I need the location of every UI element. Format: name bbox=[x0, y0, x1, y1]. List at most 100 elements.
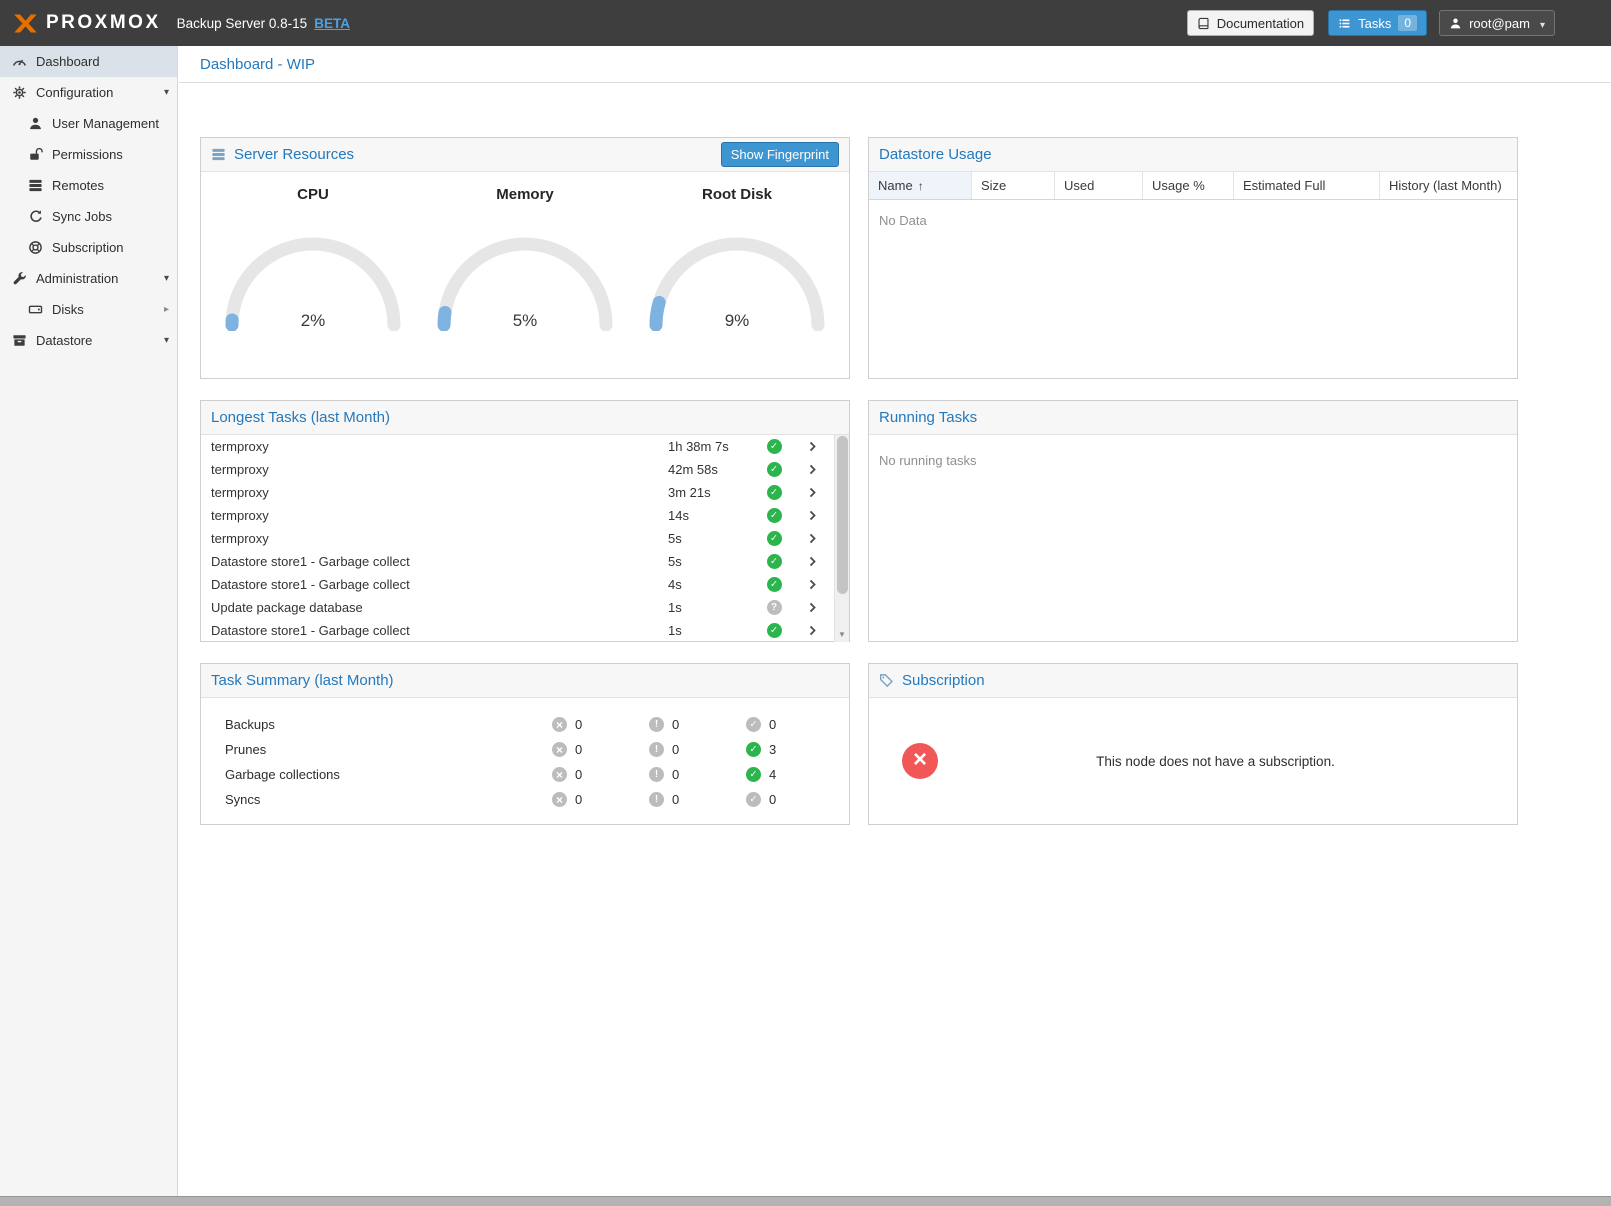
proxmox-x-icon bbox=[12, 10, 39, 37]
chevron-right-icon[interactable] bbox=[806, 578, 819, 591]
user-menu-label: root@pam bbox=[1469, 16, 1530, 31]
check-circle-icon bbox=[767, 508, 782, 523]
chevron-right-icon[interactable] bbox=[806, 624, 819, 637]
sidebar-item-user-management[interactable]: User Management bbox=[0, 108, 177, 139]
page-title: Dashboard - WIP bbox=[200, 56, 315, 73]
window-bottom-edge bbox=[0, 1196, 1611, 1206]
root-disk-gauge-label: Root Disk bbox=[637, 186, 837, 203]
brand-name: PROXMOX bbox=[46, 12, 161, 34]
documentation-button[interactable]: Documentation bbox=[1187, 10, 1314, 36]
sidebar-item-label: Permissions bbox=[52, 147, 123, 162]
memory-gauge-value: 5% bbox=[432, 311, 618, 331]
summary-row-prunes[interactable]: Prunes 0 0 3 bbox=[201, 737, 849, 762]
running-tasks-title: Running Tasks bbox=[879, 409, 977, 426]
running-tasks-panel: Running Tasks No running tasks bbox=[868, 400, 1518, 642]
longest-tasks-title: Longest Tasks (last Month) bbox=[211, 409, 390, 426]
summary-row-syncs[interactable]: Syncs 0 0 0 bbox=[201, 787, 849, 812]
column-header-size[interactable]: Size bbox=[972, 172, 1055, 199]
server-resources-title: Server Resources bbox=[234, 146, 354, 163]
task-summary-body: Backups 0 0 0 Prunes 0 0 3 Garbage colle… bbox=[201, 698, 849, 812]
chevron-right-icon[interactable] bbox=[806, 440, 819, 453]
user-menu-button[interactable]: root@pam bbox=[1439, 10, 1555, 36]
scrollbar-thumb[interactable] bbox=[837, 436, 848, 594]
sidebar-item-dashboard[interactable]: Dashboard bbox=[0, 46, 177, 77]
sidebar-item-datastore[interactable]: Datastore bbox=[0, 325, 177, 356]
product-title: Backup Server 0.8-15 bbox=[177, 16, 308, 31]
sidebar-item-remotes[interactable]: Remotes bbox=[0, 170, 177, 201]
column-header-name[interactable]: Name bbox=[869, 172, 972, 199]
sidebar-item-label: Sync Jobs bbox=[52, 209, 112, 224]
server-resources-header: Server Resources Show Fingerprint bbox=[201, 138, 849, 172]
check-circle-icon bbox=[746, 717, 761, 732]
chevron-right-icon[interactable] bbox=[806, 509, 819, 522]
task-row[interactable]: termproxy 3m 21s bbox=[201, 481, 849, 504]
column-header-estimated-full[interactable]: Estimated Full bbox=[1234, 172, 1380, 199]
sidebar-item-subscription[interactable]: Subscription bbox=[0, 232, 177, 263]
check-circle-icon bbox=[767, 439, 782, 454]
task-row[interactable]: termproxy 42m 58s bbox=[201, 458, 849, 481]
task-row[interactable]: termproxy 5s bbox=[201, 527, 849, 550]
expand-icon[interactable] bbox=[164, 294, 169, 325]
refresh-icon bbox=[28, 209, 43, 224]
chevron-right-icon[interactable] bbox=[806, 532, 819, 545]
scrollbar[interactable] bbox=[834, 435, 849, 642]
cpu-gauge-label: CPU bbox=[213, 186, 413, 203]
running-tasks-header: Running Tasks bbox=[869, 401, 1517, 435]
x-circle-icon bbox=[902, 743, 938, 779]
sidebar-item-label: Administration bbox=[36, 271, 118, 286]
content-header: Dashboard - WIP bbox=[179, 46, 1611, 83]
archive-icon bbox=[12, 333, 27, 348]
column-header-usage-pct[interactable]: Usage % bbox=[1143, 172, 1234, 199]
check-circle-icon bbox=[767, 485, 782, 500]
error-circle-icon bbox=[552, 742, 567, 757]
user-icon bbox=[28, 116, 43, 131]
tasks-button[interactable]: Tasks 0 bbox=[1328, 10, 1427, 36]
task-row[interactable]: termproxy 14s bbox=[201, 504, 849, 527]
documentation-button-label: Documentation bbox=[1217, 16, 1304, 31]
unlock-icon bbox=[28, 147, 43, 162]
sidebar-item-permissions[interactable]: Permissions bbox=[0, 139, 177, 170]
summary-row-garbage-collections[interactable]: Garbage collections 0 0 4 bbox=[201, 762, 849, 787]
task-row[interactable]: Datastore store1 - Garbage collect 1s bbox=[201, 619, 849, 642]
check-circle-icon bbox=[767, 623, 782, 638]
memory-gauge-label: Memory bbox=[425, 186, 625, 203]
check-circle-icon bbox=[767, 554, 782, 569]
error-circle-icon bbox=[552, 717, 567, 732]
collapse-icon[interactable] bbox=[164, 325, 169, 356]
task-row[interactable]: termproxy 1h 38m 7s bbox=[201, 435, 849, 458]
column-header-used[interactable]: Used bbox=[1055, 172, 1143, 199]
datastore-usage-empty-text: No Data bbox=[869, 200, 1517, 241]
task-row[interactable]: Update package database 1s bbox=[201, 596, 849, 619]
beta-link[interactable]: BETA bbox=[314, 16, 350, 31]
cpu-gauge-value: 2% bbox=[220, 311, 406, 331]
tasks-count-badge: 0 bbox=[1398, 15, 1417, 31]
sidebar-item-label: Disks bbox=[52, 302, 84, 317]
sidebar-item-configuration[interactable]: Configuration bbox=[0, 77, 177, 108]
chevron-right-icon[interactable] bbox=[806, 463, 819, 476]
chevron-right-icon[interactable] bbox=[806, 555, 819, 568]
wrench-icon bbox=[12, 271, 27, 286]
sidebar-item-label: Configuration bbox=[36, 85, 113, 100]
collapse-icon[interactable] bbox=[164, 263, 169, 294]
collapse-icon[interactable] bbox=[164, 77, 169, 108]
sidebar-item-sync-jobs[interactable]: Sync Jobs bbox=[0, 201, 177, 232]
sidebar-item-label: Remotes bbox=[52, 178, 104, 193]
chevron-right-icon[interactable] bbox=[806, 486, 819, 499]
summary-row-backups[interactable]: Backups 0 0 0 bbox=[201, 712, 849, 737]
scrollbar-down-button[interactable] bbox=[835, 627, 849, 642]
show-fingerprint-button[interactable]: Show Fingerprint bbox=[721, 142, 839, 167]
root-disk-gauge: Root Disk 9% bbox=[637, 186, 837, 331]
user-icon bbox=[1449, 17, 1462, 30]
task-summary-header: Task Summary (last Month) bbox=[201, 664, 849, 698]
column-header-history[interactable]: History (last Month) bbox=[1380, 172, 1517, 199]
main-content: Dashboard - WIP Server Resources Show Fi… bbox=[179, 46, 1611, 1196]
sidebar-item-disks[interactable]: Disks bbox=[0, 294, 177, 325]
task-row[interactable]: Datastore store1 - Garbage collect 4s bbox=[201, 573, 849, 596]
book-icon bbox=[1197, 17, 1210, 30]
warning-circle-icon bbox=[649, 767, 664, 782]
gear-icon bbox=[12, 85, 27, 100]
chevron-right-icon[interactable] bbox=[806, 601, 819, 614]
task-row[interactable]: Datastore store1 - Garbage collect 5s bbox=[201, 550, 849, 573]
sort-asc-icon bbox=[918, 178, 924, 193]
sidebar-item-administration[interactable]: Administration bbox=[0, 263, 177, 294]
